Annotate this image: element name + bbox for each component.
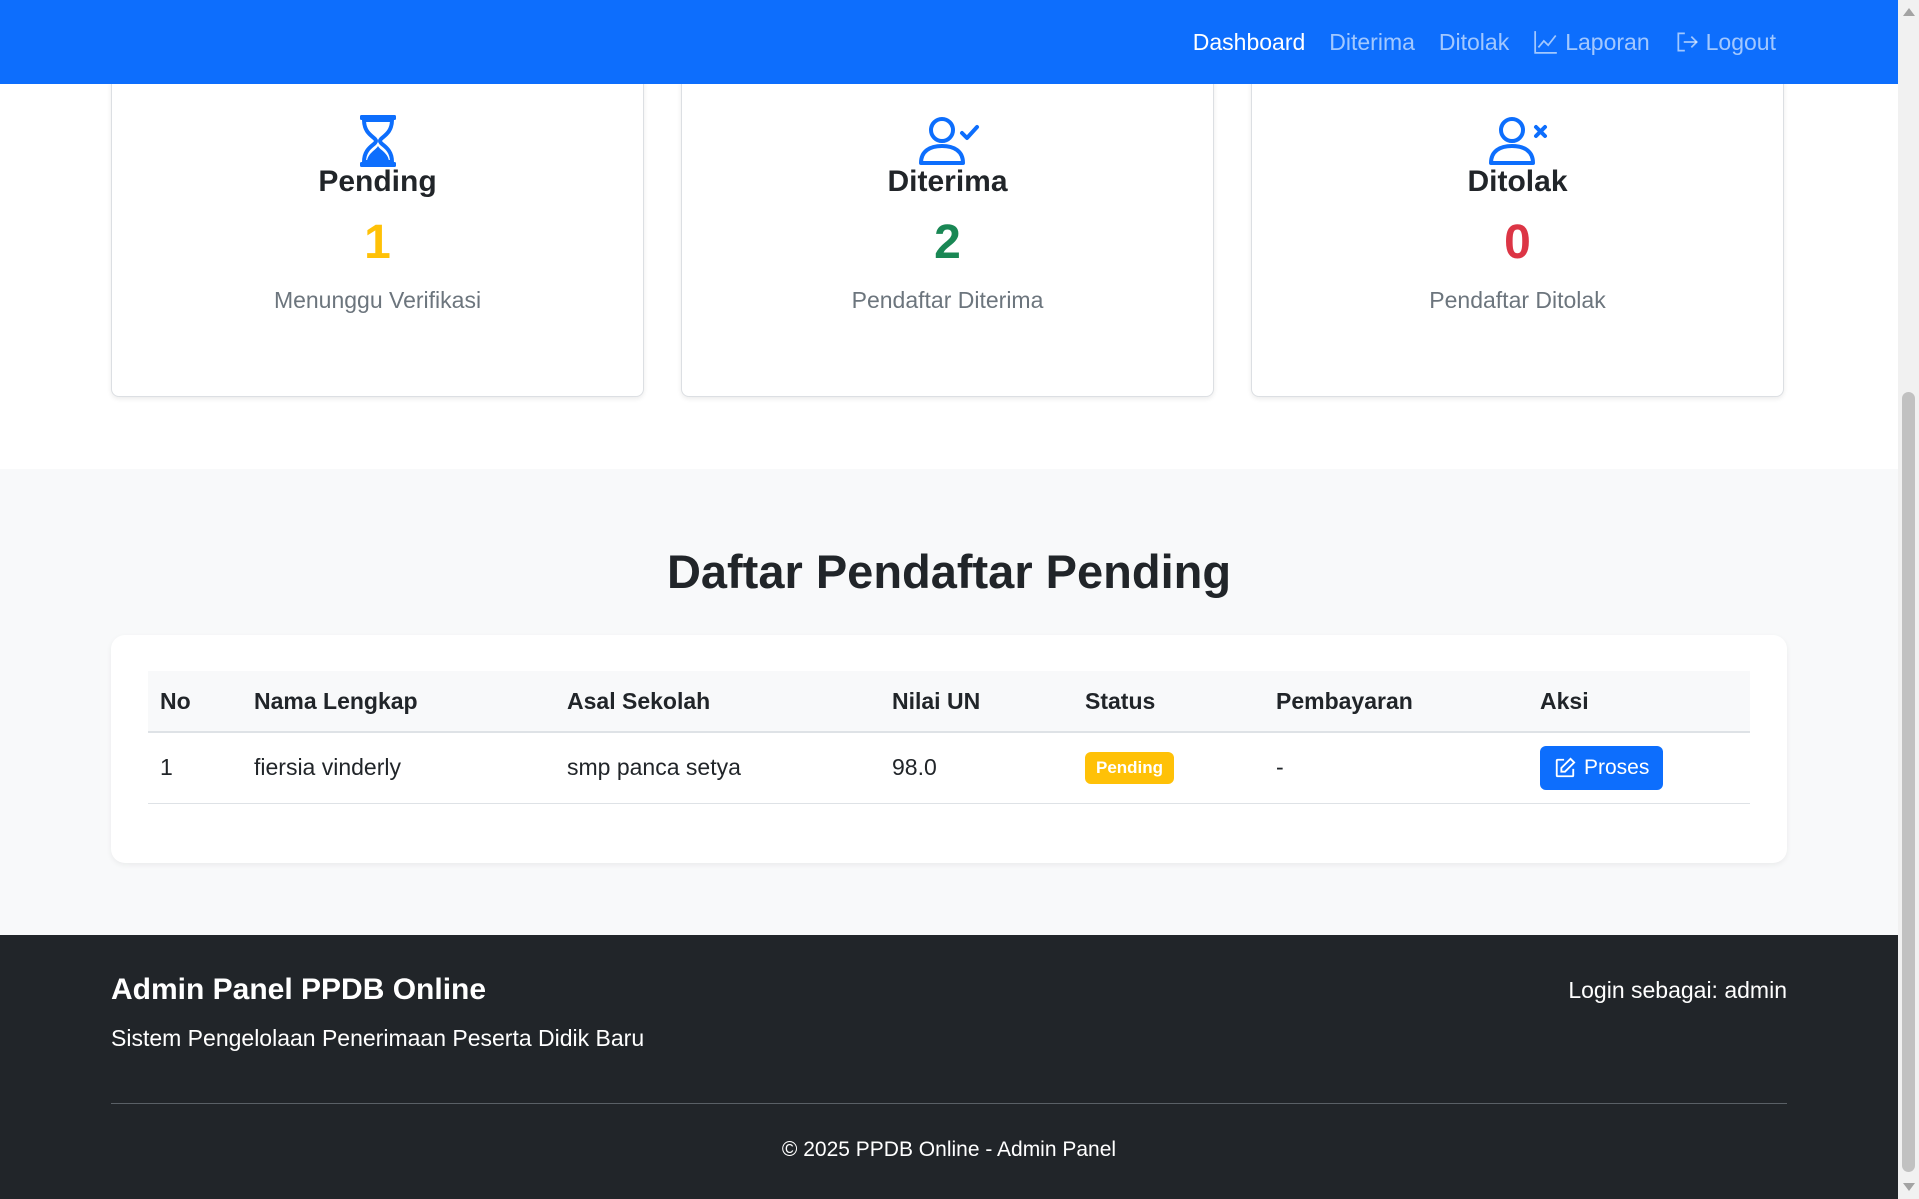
nav-laporan-label: Laporan	[1565, 28, 1650, 55]
column-header: Pembayaran	[1264, 671, 1528, 733]
column-header: Nama Lengkap	[242, 671, 555, 733]
cell-status: Pending	[1073, 732, 1264, 804]
scrollbar[interactable]	[1898, 0, 1919, 1199]
column-header: No	[148, 671, 242, 733]
column-header: Aksi	[1528, 671, 1750, 733]
stat-description: Pendaftar Diterima	[851, 287, 1044, 313]
scrollbar-thumb[interactable]	[1902, 392, 1915, 1172]
footer-brand: Admin Panel PPDB Online	[111, 973, 487, 1006]
stats-section: Pending 1 Menunggu Verifikasi Diterima 2…	[0, 64, 1898, 469]
navbar: Dashboard Diterima Ditolak Laporan Logou…	[0, 0, 1898, 84]
nav-ditolak[interactable]: Ditolak	[1439, 29, 1509, 56]
footer-divider	[111, 1103, 1787, 1104]
scroll-up-arrow-icon[interactable]	[1903, 8, 1915, 16]
cell-pembayaran: -	[1264, 732, 1528, 804]
stat-title: Pending	[318, 165, 437, 198]
logout-icon	[1677, 32, 1698, 52]
nav-dashboard[interactable]: Dashboard	[1193, 29, 1306, 56]
nav-dashboard-label: Dashboard	[1192, 28, 1306, 55]
pending-section: Daftar Pendaftar Pending No Nama Lengkap…	[0, 469, 1898, 935]
cell-sekolah: smp panca setya	[555, 732, 880, 804]
nav-laporan[interactable]: Laporan	[1533, 28, 1650, 56]
stat-title: Ditolak	[1467, 165, 1568, 198]
table-row: 1 fiersia vinderly smp panca setya 98.0 …	[148, 732, 1750, 804]
stat-description: Menunggu Verifikasi	[273, 287, 482, 313]
user-check-icon	[918, 117, 979, 165]
proses-button[interactable]: Proses	[1540, 745, 1664, 790]
footer-copyright: © 2025 PPDB Online - Admin Panel	[781, 1138, 1117, 1161]
page: Dashboard Diterima Ditolak Laporan Logou…	[0, 0, 1898, 1199]
nav-diterima[interactable]: Diterima	[1329, 29, 1415, 56]
edit-icon	[1555, 757, 1576, 777]
cell-aksi: Proses	[1528, 732, 1750, 804]
nav-diterima-label: Diterima	[1329, 28, 1415, 55]
stat-card-pending: Pending 1 Menunggu Verifikasi	[111, 64, 644, 397]
footer-login-info: Login sebagai: admin	[1568, 977, 1787, 1003]
footer: Admin Panel PPDB Online Sistem Pengelola…	[0, 935, 1898, 1199]
status-badge: Pending	[1085, 751, 1175, 784]
hourglass-icon	[359, 115, 396, 167]
column-header: Status	[1073, 671, 1264, 733]
footer-tagline: Sistem Pengelolaan Penerimaan Peserta Di…	[111, 1025, 645, 1051]
table-header-row: No Nama Lengkap Asal Sekolah Nilai UN St…	[148, 671, 1750, 733]
nav-logout[interactable]: Logout	[1674, 29, 1776, 56]
chart-line-icon	[1534, 31, 1558, 54]
stat-value: 0	[1504, 216, 1531, 269]
stat-card-diterima: Diterima 2 Pendaftar Diterima	[681, 64, 1214, 397]
nav-logout-label: Logout	[1705, 28, 1776, 55]
stat-value: 1	[364, 216, 391, 269]
user-x-icon	[1488, 117, 1547, 165]
pending-heading: Daftar Pendaftar Pending	[666, 545, 1232, 598]
scroll-down-arrow-icon[interactable]	[1903, 1183, 1915, 1191]
pending-table: No Nama Lengkap Asal Sekolah Nilai UN St…	[148, 671, 1750, 804]
pending-table-card: No Nama Lengkap Asal Sekolah Nilai UN St…	[111, 635, 1787, 863]
stat-description: Pendaftar Ditolak	[1429, 287, 1606, 313]
stat-value: 2	[934, 216, 961, 269]
cell-nama: fiersia vinderly	[242, 732, 555, 804]
nav-links: Dashboard Diterima Ditolak Laporan Logou…	[1193, 0, 1776, 84]
nav-ditolak-label: Ditolak	[1438, 28, 1510, 55]
stat-card-ditolak: Ditolak 0 Pendaftar Ditolak	[1251, 64, 1784, 397]
column-header: Nilai UN	[880, 671, 1073, 733]
cell-no: 1	[148, 732, 242, 804]
column-header: Asal Sekolah	[555, 671, 880, 733]
proses-button-label: Proses	[1584, 755, 1650, 779]
stat-title: Diterima	[887, 165, 1008, 198]
cell-nilai: 98.0	[880, 732, 1073, 804]
